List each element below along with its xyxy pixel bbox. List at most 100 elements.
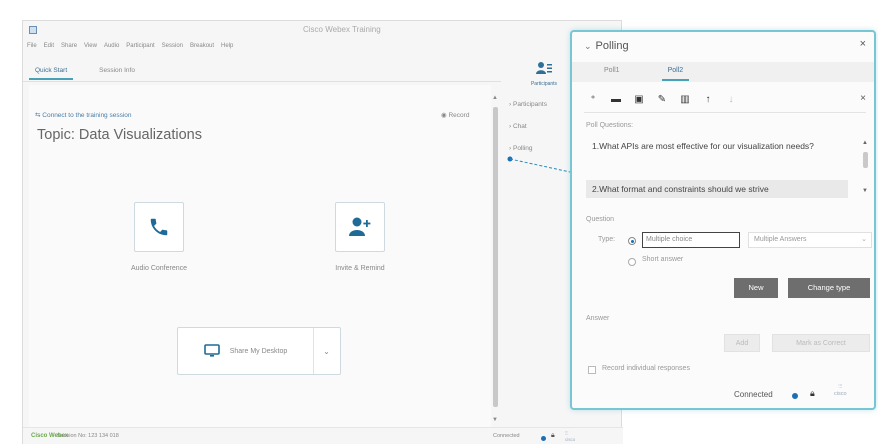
poll-tabs: Poll1 Poll2 — [598, 65, 690, 81]
question-item[interactable]: 1.What APIs are most effective for our v… — [586, 140, 848, 152]
clear-all-icon[interactable]: × — [860, 93, 866, 104]
poll-toolbar: ⁺ ▬ ▣ ✎ ▥ ↑ ↓ — [586, 90, 738, 108]
add-question-icon[interactable]: ⁺ — [586, 94, 600, 105]
audio-conference-button[interactable] — [134, 202, 184, 252]
scroll-down-arrow-icon[interactable]: ▼ — [492, 417, 498, 423]
tab-poll1[interactable]: Poll1 — [598, 65, 626, 81]
main-window: Cisco Webex Training File Edit Share Vie… — [22, 20, 623, 444]
side-panel-participants-label: Participants — [512, 101, 547, 108]
invite-remind-label: Invite & Remind — [335, 265, 385, 272]
record-label: Record — [448, 112, 470, 119]
share-desktop-button[interactable]: Share My Desktop ⌄ — [177, 327, 341, 375]
cisco-logo-text: cisco — [565, 437, 576, 442]
close-panel-icon[interactable]: × — [860, 38, 866, 50]
change-type-button[interactable]: Change type — [788, 278, 870, 298]
cisco-logo-text: cisco — [834, 391, 847, 397]
scroll-up-arrow-icon[interactable]: ▲ — [862, 140, 868, 146]
answer-section-label: Answer — [586, 315, 610, 322]
open-folder-icon[interactable]: ▬ — [609, 94, 623, 105]
add-answer-button[interactable]: Add — [724, 334, 760, 352]
menu-edit[interactable]: Edit — [44, 43, 54, 55]
chevron-down-icon: ⌄ — [861, 236, 867, 243]
window-title: Cisco Webex Training — [303, 25, 381, 34]
side-panel-chat[interactable]: › Chat — [509, 123, 547, 130]
tab-divider — [23, 81, 501, 82]
phone-icon — [150, 218, 168, 236]
connection-dot-icon — [792, 393, 798, 399]
questions-list: 1.What APIs are most effective for our v… — [586, 134, 872, 210]
session-number: Session No: 123 134 018 — [57, 433, 119, 439]
short-answer-option[interactable]: Short answer — [642, 256, 683, 263]
audio-conference-label: Audio Conference — [130, 265, 188, 272]
edit-icon[interactable]: ✎ — [655, 94, 669, 105]
side-panel-polling-label: Polling — [512, 145, 533, 152]
type-label: Type: — [598, 236, 616, 243]
menu-help[interactable]: Help — [221, 43, 233, 55]
save-icon[interactable]: ▣ — [632, 94, 646, 105]
record-button[interactable]: ◉ Record — [441, 111, 469, 119]
lock-icon: 🔒︎ — [551, 432, 555, 439]
menubar: File Edit Share View Audio Participant S… — [27, 43, 233, 55]
lock-icon: 🔒︎ — [810, 388, 815, 398]
main-scrollbar[interactable]: ▲ ▼ — [491, 95, 501, 430]
scroll-thumb[interactable] — [493, 107, 498, 407]
answer-mode-value: Multiple Answers — [754, 236, 807, 243]
side-panel-polling[interactable]: › Polling — [509, 145, 547, 152]
menu-audio[interactable]: Audio — [104, 43, 119, 55]
question-item-selected[interactable]: 2.What format and constraints should we … — [586, 180, 848, 198]
invite-remind-button[interactable] — [335, 202, 385, 252]
move-up-icon[interactable]: ↑ — [701, 94, 715, 105]
app-icon — [29, 26, 37, 34]
tab-quick-start[interactable]: Quick Start — [29, 65, 74, 80]
topic-title: Topic: Data Visualizations — [37, 127, 202, 143]
connect-link-label: Connect to the training session — [42, 112, 132, 119]
record-responses-label: Record individual responses — [602, 365, 690, 372]
tab-poll2[interactable]: Poll2 — [661, 65, 690, 81]
answer-mode-select[interactable]: Multiple Answers ⌄ — [748, 232, 872, 248]
menu-breakout[interactable]: Breakout — [190, 43, 214, 55]
multiple-choice-option[interactable]: Multiple choice — [642, 232, 740, 248]
polling-panel: ⌄ Polling × Poll1 Poll2 ⁺ ▬ ▣ ✎ ▥ ↑ ↓ × P… — [570, 30, 876, 410]
side-panel-chat-label: Chat — [512, 123, 527, 130]
poll-questions-label: Poll Questions: — [586, 122, 634, 129]
mark-correct-button[interactable]: Mark as Correct — [772, 334, 870, 352]
polling-title: Polling — [595, 40, 629, 52]
menu-participant[interactable]: Participant — [126, 43, 154, 55]
connection-status: Connected — [734, 390, 773, 399]
menu-share[interactable]: Share — [61, 43, 77, 55]
menu-file[interactable]: File — [27, 43, 37, 55]
side-panel-list: › Participants › Chat › Polling — [509, 101, 547, 167]
questions-scroll-thumb[interactable] — [863, 152, 868, 168]
connection-dot-icon — [541, 436, 546, 441]
share-options-dropdown[interactable]: ⌄ — [313, 328, 340, 374]
move-down-icon[interactable]: ↓ — [724, 94, 738, 105]
chevron-down-icon: ⌄ — [584, 41, 592, 51]
participants-button[interactable]: Participants — [529, 61, 559, 91]
share-desktop-label: Share My Desktop — [229, 347, 288, 355]
participants-button-label: Participants — [530, 81, 558, 87]
monitor-icon — [203, 344, 220, 357]
toolbar-divider — [584, 112, 866, 113]
share-desktop-main[interactable]: Share My Desktop — [178, 328, 314, 374]
record-responses-checkbox[interactable] — [588, 366, 596, 374]
polling-header[interactable]: ⌄ Polling — [584, 40, 629, 52]
connection-status: Connected — [493, 433, 520, 439]
menu-view[interactable]: View — [84, 43, 97, 55]
new-question-button[interactable]: New — [734, 278, 778, 298]
tab-session-info[interactable]: Session Info — [93, 65, 141, 80]
side-panel-participants[interactable]: › Participants — [509, 101, 547, 108]
main-tabs: Quick Start Session Info — [29, 65, 141, 80]
chevron-down-icon: ⌄ — [323, 346, 330, 356]
scroll-up-arrow-icon[interactable]: ▲ — [492, 95, 498, 101]
delete-icon[interactable]: ▥ — [678, 94, 692, 105]
quick-start-panel: ⇆ Connect to the training session ◉ Reco… — [29, 85, 491, 430]
short-answer-radio[interactable] — [628, 258, 636, 266]
menu-session[interactable]: Session — [162, 43, 183, 55]
question-section-label: Question — [586, 216, 615, 223]
scroll-down-arrow-icon[interactable]: ▼ — [862, 188, 868, 194]
titlebar: Cisco Webex Training — [23, 21, 623, 41]
multiple-choice-radio[interactable] — [628, 237, 636, 245]
cisco-logo: ⫶⫶⫶ cisco — [834, 384, 847, 397]
connect-session-link[interactable]: ⇆ Connect to the training session — [35, 111, 132, 119]
participants-icon — [536, 62, 552, 74]
